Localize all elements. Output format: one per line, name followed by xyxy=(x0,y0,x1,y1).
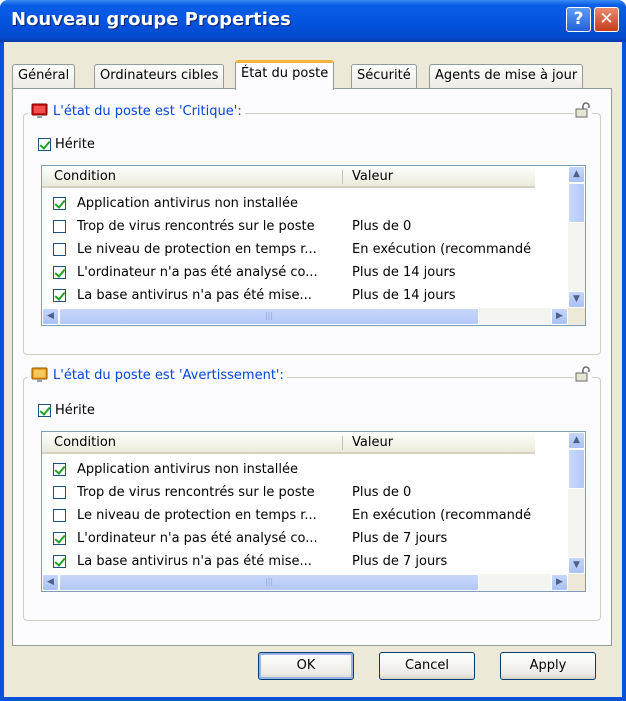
title-bar[interactable]: Nouveau groupe Properties ? ✕ xyxy=(0,0,626,42)
row-checkbox[interactable] xyxy=(53,555,66,568)
horizontal-scrollbar[interactable]: ◀ ||| ▶ xyxy=(42,574,585,591)
column-header-condition[interactable]: Condition xyxy=(54,169,116,184)
value-text: Plus de 7 jours xyxy=(352,554,448,568)
list-item[interactable]: Trop de virus rencontrés sur le poste Pl… xyxy=(42,215,535,238)
scroll-up-button[interactable]: ▲ xyxy=(568,166,585,183)
list-item[interactable]: Le niveau de protection en temps r... En… xyxy=(42,238,535,261)
critical-monitor-icon xyxy=(31,103,48,118)
critical-group-title: L'état du poste est 'Critique': xyxy=(28,103,245,119)
column-header-value[interactable]: Valeur xyxy=(352,435,393,450)
scroll-right-button[interactable]: ▶ xyxy=(551,308,568,325)
row-checkbox[interactable] xyxy=(53,509,66,522)
condition-text: Trop de virus rencontrés sur le poste xyxy=(77,485,315,500)
row-checkbox[interactable] xyxy=(53,266,66,279)
ok-button[interactable]: OK xyxy=(258,652,354,680)
tab-general[interactable]: Général xyxy=(12,64,76,88)
row-checkbox[interactable] xyxy=(53,486,66,499)
list-item[interactable]: Application antivirus non installée xyxy=(42,458,535,481)
warning-conditions-list[interactable]: Condition Valeur Application antivirus n… xyxy=(41,431,586,592)
warning-group-title: L'état du poste est 'Avertissement': xyxy=(28,367,287,383)
scroll-corner xyxy=(568,574,585,591)
condition-text: La base antivirus n'a pas été mise... xyxy=(77,554,312,568)
horizontal-scrollbar[interactable]: ◀ ||| ▶ xyxy=(42,308,585,325)
value-text: En exécution (recommandé xyxy=(352,242,532,257)
value-text: Plus de 7 jours xyxy=(352,531,448,546)
condition-text: Trop de virus rencontrés sur le poste xyxy=(77,219,315,234)
warning-monitor-icon xyxy=(31,367,48,382)
checkbox-icon[interactable] xyxy=(38,138,51,151)
list-item[interactable]: Trop de virus rencontrés sur le poste Pl… xyxy=(42,481,535,504)
unlock-icon[interactable] xyxy=(574,365,592,383)
value-text: Plus de 14 jours xyxy=(352,288,456,302)
row-checkbox[interactable] xyxy=(53,243,66,256)
scroll-down-button[interactable]: ▼ xyxy=(568,557,585,574)
value-text: Plus de 14 jours xyxy=(352,265,456,280)
list-item[interactable]: Application antivirus non installée xyxy=(42,192,535,215)
scroll-thumb[interactable] xyxy=(568,449,585,489)
scroll-corner xyxy=(568,308,585,325)
row-checkbox[interactable] xyxy=(53,220,66,233)
warning-group-label: L'état du poste est 'Avertissement': xyxy=(53,367,284,383)
critical-inherit-checkbox[interactable]: Hérite xyxy=(38,137,95,152)
list-item[interactable]: La base antivirus n'a pas été mise... Pl… xyxy=(42,550,535,568)
condition-text: Application antivirus non installée xyxy=(77,196,298,211)
value-text: Plus de 0 xyxy=(352,219,412,234)
inherit-label: Hérite xyxy=(55,137,95,152)
warning-inherit-checkbox[interactable]: Hérite xyxy=(38,403,95,418)
scroll-thumb[interactable]: ||| xyxy=(59,574,479,591)
condition-text: La base antivirus n'a pas été mise... xyxy=(77,288,312,302)
scroll-left-button[interactable]: ◀ xyxy=(42,574,59,591)
tab-target-computers[interactable]: Ordinateurs cibles xyxy=(94,64,225,88)
vertical-scrollbar[interactable]: ▲ ▼ xyxy=(568,432,585,574)
scroll-thumb[interactable] xyxy=(568,183,585,223)
column-header-value[interactable]: Valeur xyxy=(352,169,393,184)
row-checkbox[interactable] xyxy=(53,463,66,476)
scroll-down-button[interactable]: ▼ xyxy=(568,291,585,308)
help-button[interactable]: ? xyxy=(566,7,591,32)
tab-update-agents[interactable]: Agents de mise à jour xyxy=(429,64,584,88)
scroll-up-button[interactable]: ▲ xyxy=(568,432,585,449)
list-item[interactable]: L'ordinateur n'a pas été analysé co... P… xyxy=(42,261,535,284)
scroll-thumb[interactable]: ||| xyxy=(59,308,479,325)
list-item[interactable]: La base antivirus n'a pas été mise... Pl… xyxy=(42,284,535,302)
tab-security[interactable]: Sécurité xyxy=(351,64,417,88)
condition-text: Application antivirus non installée xyxy=(77,462,298,477)
condition-text: Le niveau de protection en temps r... xyxy=(77,242,317,257)
unlock-icon[interactable] xyxy=(574,101,592,119)
list-header: Condition Valeur xyxy=(42,166,535,188)
condition-text: L'ordinateur n'a pas été analysé co... xyxy=(77,531,318,546)
column-separator xyxy=(342,170,343,184)
value-text: Plus de 0 xyxy=(352,485,412,500)
list-header: Condition Valeur xyxy=(42,432,535,454)
apply-button[interactable]: Apply xyxy=(500,652,596,680)
cancel-button[interactable]: Cancel xyxy=(379,652,475,680)
tab-panel: L'état du poste est 'Critique': Hérite C… xyxy=(12,88,612,646)
inherit-label: Hérite xyxy=(55,403,95,418)
properties-window: Nouveau groupe Properties ? ✕ Général Or… xyxy=(0,0,626,701)
scroll-left-button[interactable]: ◀ xyxy=(42,308,59,325)
row-checkbox[interactable] xyxy=(53,289,66,302)
dialog-client: Général Ordinateurs cibles État du poste… xyxy=(4,42,622,697)
critical-conditions-list[interactable]: Condition Valeur Application antivirus n… xyxy=(41,165,586,326)
tab-station-status[interactable]: État du poste xyxy=(235,60,335,90)
checkbox-icon[interactable] xyxy=(38,404,51,417)
column-separator xyxy=(342,436,343,450)
row-checkbox[interactable] xyxy=(53,532,66,545)
close-button[interactable]: ✕ xyxy=(594,7,619,32)
critical-group-label: L'état du poste est 'Critique': xyxy=(53,103,242,119)
list-item[interactable]: Le niveau de protection en temps r... En… xyxy=(42,504,535,527)
vertical-scrollbar[interactable]: ▲ ▼ xyxy=(568,166,585,308)
list-item[interactable]: L'ordinateur n'a pas été analysé co... P… xyxy=(42,527,535,550)
column-header-condition[interactable]: Condition xyxy=(54,435,116,450)
warning-status-group: L'état du poste est 'Avertissement': Hér… xyxy=(23,365,601,621)
window-title: Nouveau groupe Properties xyxy=(11,9,291,30)
critical-status-group: L'état du poste est 'Critique': Hérite C… xyxy=(23,101,601,355)
row-checkbox[interactable] xyxy=(53,197,66,210)
condition-text: Le niveau de protection en temps r... xyxy=(77,508,317,523)
scroll-right-button[interactable]: ▶ xyxy=(551,574,568,591)
value-text: En exécution (recommandé xyxy=(352,508,532,523)
condition-text: L'ordinateur n'a pas été analysé co... xyxy=(77,265,318,280)
